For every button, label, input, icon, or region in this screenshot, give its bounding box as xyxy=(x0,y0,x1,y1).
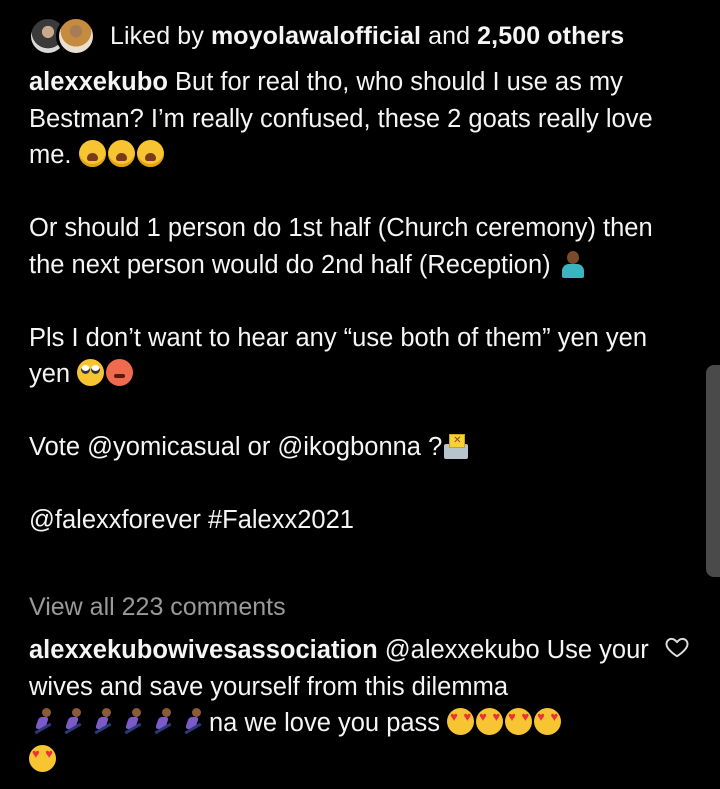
caption-hashtags[interactable]: @falexxforever #Falexx2021 xyxy=(29,506,354,534)
comment-username[interactable]: alexxekubowivesassociation xyxy=(29,636,378,664)
face-with-rolling-eyes-icon xyxy=(77,359,105,386)
scrollbar-thumb[interactable] xyxy=(706,365,720,577)
likes-summary[interactable]: Liked by moyolawalofficial and 2,500 oth… xyxy=(110,22,624,51)
smiling-face-with-heart-eyes-icon xyxy=(476,708,504,735)
woman-running-icon xyxy=(89,707,119,737)
comment-tail-text: na we love you pass xyxy=(209,709,441,737)
post-caption: alexxekubo But for real tho, who should … xyxy=(29,64,689,539)
liker-username[interactable]: moyolawalofficial xyxy=(211,22,421,50)
caption-paragraph: Vote @yomicasual or @ikogbonna ? xyxy=(29,433,443,461)
ballot-box-icon: ✕ xyxy=(442,432,470,460)
weary-face-icon xyxy=(78,140,106,167)
likes-others-count[interactable]: 2,500 others xyxy=(477,22,624,50)
woman-running-icon xyxy=(29,707,59,737)
caption-username[interactable]: alexxekubo xyxy=(29,68,168,96)
likes-row[interactable]: Liked by moyolawalofficial and 2,500 oth… xyxy=(28,14,624,58)
comment-item: alexxekubowivesassociation @alexxekubo U… xyxy=(29,632,659,778)
view-all-comments-link[interactable]: View all 223 comments xyxy=(29,593,286,622)
smiling-face-with-heart-eyes-icon xyxy=(505,708,533,735)
smiling-face-with-heart-eyes-icon xyxy=(534,708,562,735)
liker-avatar[interactable] xyxy=(56,16,96,56)
weary-face-icon xyxy=(136,140,164,167)
smiling-face-with-heart-eyes-icon xyxy=(447,708,475,735)
person-shrugging-icon xyxy=(558,249,588,279)
woman-running-icon xyxy=(119,707,149,737)
woman-running-icon xyxy=(179,707,209,737)
woman-running-icon xyxy=(149,707,179,737)
smiling-face-with-heart-eyes-icon xyxy=(29,744,56,772)
weary-face-icon xyxy=(107,140,135,167)
like-comment-heart-icon[interactable] xyxy=(664,634,690,660)
woman-running-icon xyxy=(59,707,89,737)
angry-face-icon xyxy=(106,359,134,386)
